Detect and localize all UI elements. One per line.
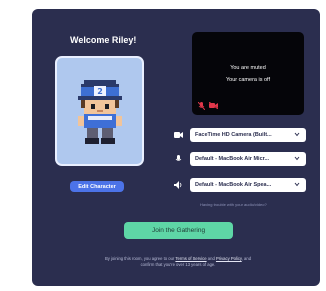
camera-select-value: FaceTime HD Camera (Built... (195, 132, 272, 138)
troubleshoot-link[interactable]: Having trouble with your audio/video? (200, 202, 267, 207)
legal-and: and (207, 256, 215, 261)
video-camera-icon (174, 132, 183, 138)
speaker-icon (174, 181, 182, 189)
microphone-select[interactable]: Default - MacBook Air Micr... (190, 152, 306, 166)
microphone-icon (175, 155, 182, 161)
camera-preview: You are muted Your camera is off (192, 32, 304, 115)
edit-character-button[interactable]: Edit Character (70, 181, 124, 192)
terms-of-service-link[interactable]: Terms of Service (175, 256, 206, 261)
camera-off-icon (209, 102, 218, 109)
speaker-select-value: Default - MacBook Air Spea... (195, 182, 272, 188)
mic-muted-icon (198, 102, 205, 110)
welcome-heading: Welcome Riley! (70, 35, 137, 45)
chevron-down-icon (294, 156, 300, 161)
character-preview: 2 (55, 56, 144, 166)
chevron-down-icon (294, 132, 300, 137)
speaker-select[interactable]: Default - MacBook Air Spea... (190, 178, 306, 192)
microphone-select-value: Default - MacBook Air Micr... (195, 156, 270, 162)
chevron-down-icon (294, 182, 300, 187)
camera-off-status: Your camera is off (225, 77, 271, 83)
join-gathering-button[interactable]: Join the Gathering (124, 222, 233, 239)
legal-prefix: By joining this room, you agree to our (104, 256, 175, 261)
character-sprite: 2 (78, 80, 122, 144)
muted-status: You are muted (230, 65, 266, 71)
legal-notice: By joining this room, you agree to our T… (102, 256, 254, 268)
camera-select[interactable]: FaceTime HD Camera (Built... (190, 128, 306, 142)
privacy-policy-link[interactable]: Privacy Policy (216, 256, 242, 261)
cap-number: 2 (97, 87, 103, 96)
